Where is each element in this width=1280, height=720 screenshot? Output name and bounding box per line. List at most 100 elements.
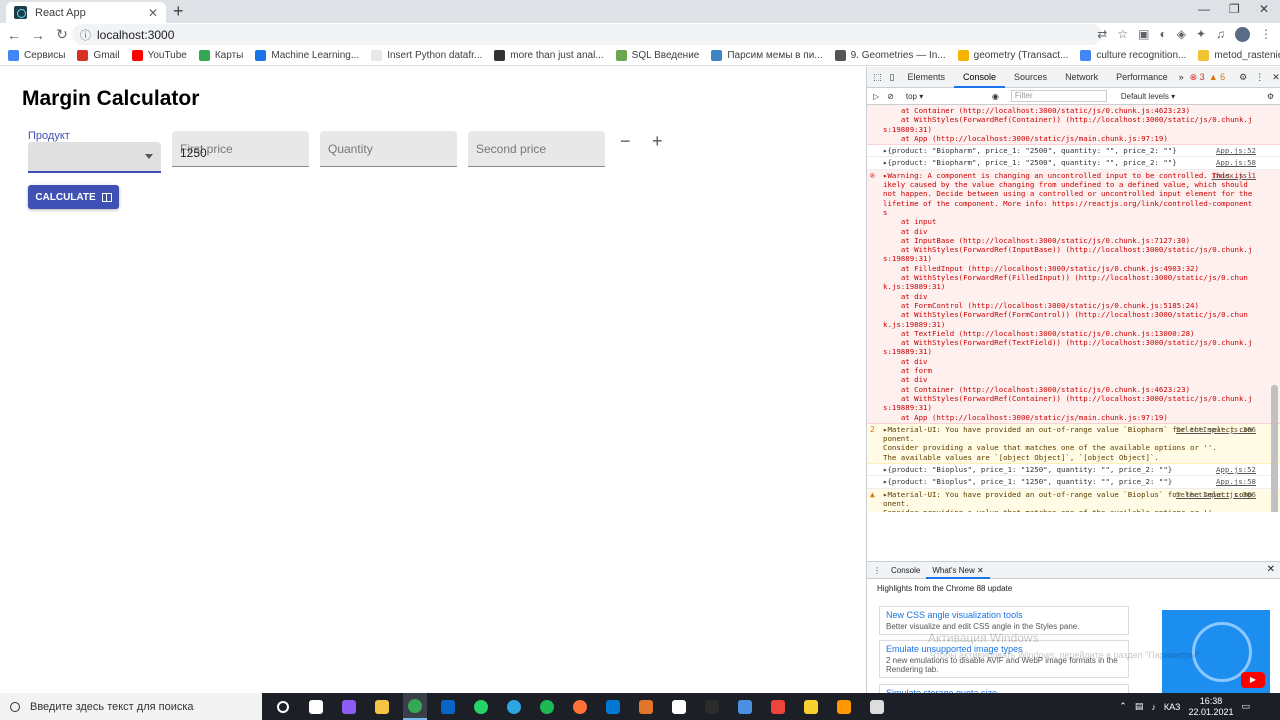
- console-source-link[interactable]: index.js:1: [1212, 171, 1257, 180]
- taskbar-app-task-view[interactable]: [304, 693, 328, 720]
- product-select[interactable]: [28, 142, 161, 173]
- bookmark-item[interactable]: Парсим мемы в пи...: [711, 50, 823, 61]
- log-levels-select[interactable]: Default levels ▾: [1121, 92, 1175, 101]
- bookmark-item[interactable]: Gmail: [77, 50, 120, 61]
- console-settings-icon[interactable]: ⚙: [1267, 92, 1274, 101]
- context-select[interactable]: top ▾: [906, 92, 992, 101]
- bookmark-item[interactable]: culture recognition...: [1080, 50, 1186, 61]
- extension-icon[interactable]: ◐: [1159, 27, 1166, 42]
- extension-icon[interactable]: ◈: [1177, 27, 1186, 42]
- first-price-input[interactable]: First price 1250: [172, 131, 309, 167]
- console-message-log[interactable]: ▸{product: "Biopharm", price_1: "2500", …: [867, 157, 1280, 170]
- settings-gear-icon[interactable]: ⚙: [1239, 72, 1247, 83]
- window-close-icon[interactable]: ✕: [1259, 2, 1269, 16]
- drawer-tab-whats-new[interactable]: What's New ✕: [926, 562, 990, 579]
- bookmark-item[interactable]: geometry (Transact...: [957, 50, 1068, 61]
- forward-icon[interactable]: →: [28, 27, 48, 43]
- taskbar-app-yandex[interactable]: [667, 693, 691, 720]
- address-bar[interactable]: ⓘ localhost:3000: [72, 24, 1102, 45]
- inspect-icon[interactable]: ⬚: [873, 72, 882, 83]
- console-source-link[interactable]: SelectInput.js:366: [1176, 490, 1256, 499]
- console-message-error[interactable]: at Container (http://localhost:3000/stat…: [867, 105, 1280, 146]
- taskbar-app-terminal[interactable]: [700, 693, 724, 720]
- sidebar-toggle-icon[interactable]: ▷: [873, 92, 879, 101]
- bookmark-item[interactable]: Карты: [198, 50, 243, 61]
- console-scrollbar[interactable]: [1271, 385, 1278, 512]
- drawer-close-icon[interactable]: ✕: [1267, 564, 1275, 575]
- device-toggle-icon[interactable]: ▯: [890, 72, 895, 83]
- volume-icon[interactable]: ♪: [1151, 702, 1156, 712]
- taskbar-app-alice[interactable]: [337, 693, 361, 720]
- bookmark-item[interactable]: Machine Learning...: [255, 50, 359, 61]
- taskbar-app-spotify[interactable]: [535, 693, 559, 720]
- taskbar-app-slides[interactable]: [634, 693, 658, 720]
- devtools-tab-console[interactable]: Console: [954, 67, 1006, 88]
- avatar[interactable]: [1235, 27, 1250, 42]
- taskbar-app-chrome[interactable]: [403, 693, 427, 720]
- extension-icon[interactable]: ▣: [1138, 27, 1149, 42]
- restore-icon[interactable]: ❐: [1229, 2, 1240, 16]
- live-expression-icon[interactable]: ◉: [992, 92, 999, 101]
- browser-tab[interactable]: React App ✕: [6, 2, 166, 23]
- back-icon[interactable]: ←: [4, 27, 24, 43]
- devtools-tab-network[interactable]: Network: [1056, 67, 1107, 88]
- tab-close-icon[interactable]: ✕: [148, 6, 158, 20]
- more-tabs-icon[interactable]: »: [1179, 72, 1184, 82]
- console-source-link[interactable]: SelectInput.js:366: [1176, 425, 1256, 434]
- clear-console-icon[interactable]: ⊘: [887, 92, 894, 101]
- info-icon[interactable]: ⓘ: [80, 27, 91, 43]
- taskbar-app-whatsapp[interactable]: [469, 693, 493, 720]
- network-icon[interactable]: ▤: [1135, 701, 1144, 712]
- reload-icon[interactable]: ↻: [52, 26, 72, 43]
- devtools-menu-icon[interactable]: ⋮: [1255, 72, 1264, 83]
- minimize-icon[interactable]: —: [1198, 2, 1210, 16]
- quantity-input[interactable]: Quantity: [320, 131, 457, 167]
- taskbar-app-cortana[interactable]: [271, 693, 295, 720]
- console-message-warning[interactable]: ▲ ▸Material-UI: You have provided an out-…: [867, 488, 1280, 512]
- second-price-input[interactable]: Second price: [468, 131, 605, 167]
- console-message-error[interactable]: ⊗ ▸Warning: A component is changing an un…: [867, 169, 1280, 424]
- bookmark-item[interactable]: Сервисы: [8, 50, 65, 61]
- console-filter-input[interactable]: Filter: [1010, 90, 1107, 102]
- devtools-close-icon[interactable]: ✕: [1272, 72, 1280, 83]
- taskbar-app-notes[interactable]: [799, 693, 823, 720]
- warning-count-badge[interactable]: ▲ 6: [1209, 72, 1225, 82]
- drawer-menu-icon[interactable]: ⋮: [873, 566, 881, 575]
- taskbar-app-telegram[interactable]: [502, 693, 526, 720]
- taskbar-app-firefox[interactable]: [568, 693, 592, 720]
- console-message-log[interactable]: ▸{product: "Biopharm", price_1: "2500", …: [867, 145, 1280, 158]
- console-source-link[interactable]: App.js:58: [1216, 477, 1256, 486]
- devtools-tab-performance[interactable]: Performance: [1107, 67, 1177, 88]
- console-output[interactable]: at Container (http://localhost:3000/stat…: [867, 105, 1280, 512]
- bookmark-item[interactable]: Insert Python datafr...: [371, 50, 482, 61]
- drawer-tab-console[interactable]: Console: [885, 562, 926, 579]
- bookmark-item[interactable]: SQL Введение: [615, 50, 699, 61]
- notifications-icon[interactable]: ▭: [1241, 701, 1250, 712]
- taskbar-search[interactable]: Введите здесь текст для поиска: [0, 693, 262, 720]
- increment-button[interactable]: +: [652, 131, 663, 152]
- taskbar-clock[interactable]: 16:38 22.01.2021: [1188, 696, 1233, 718]
- devtools-tab-elements[interactable]: Elements: [898, 67, 954, 88]
- devtools-tab-sources[interactable]: Sources: [1005, 67, 1056, 88]
- media-icon[interactable]: ♫: [1216, 27, 1225, 42]
- tray-chevron-icon[interactable]: ⌃: [1119, 701, 1127, 712]
- console-message-log[interactable]: ▸{product: "Bioplus", price_1: "1250", q…: [867, 463, 1280, 477]
- bookmark-item[interactable]: more than just anal...: [494, 50, 604, 61]
- bookmark-star-icon[interactable]: ☆: [1117, 27, 1128, 42]
- bookmark-item[interactable]: YouTube: [131, 50, 187, 61]
- taskbar-app-explorer[interactable]: [370, 693, 394, 720]
- menu-kebab-icon[interactable]: ⋮: [1260, 27, 1272, 42]
- bookmark-item[interactable]: 9. Geometries — In...: [834, 50, 946, 61]
- puzzle-icon[interactable]: ✦: [1196, 27, 1206, 42]
- taskbar-app-outlook[interactable]: [436, 693, 460, 720]
- translate-icon[interactable]: ⇄: [1097, 27, 1107, 42]
- console-source-link[interactable]: App.js:52: [1216, 146, 1256, 155]
- bookmark-item[interactable]: metod_rastenievod...: [1198, 50, 1280, 61]
- language-indicator[interactable]: КАЗ: [1164, 702, 1181, 712]
- error-count-badge[interactable]: ⊗ 3: [1190, 72, 1205, 83]
- decrement-button[interactable]: −: [620, 131, 631, 152]
- taskbar-app-app-white[interactable]: [865, 693, 889, 720]
- youtube-play-icon[interactable]: ▶: [1241, 672, 1265, 688]
- calculate-button[interactable]: CALCULATE: [28, 185, 119, 209]
- console-source-link[interactable]: App.js:52: [1216, 465, 1256, 474]
